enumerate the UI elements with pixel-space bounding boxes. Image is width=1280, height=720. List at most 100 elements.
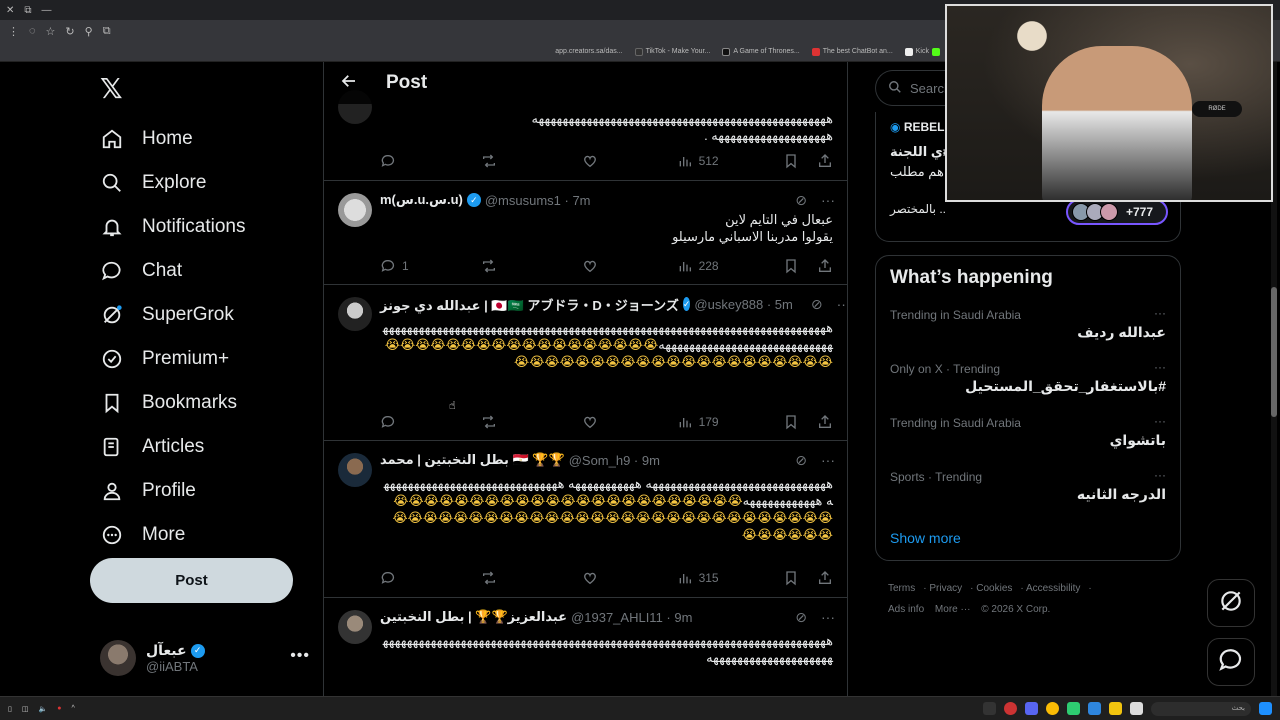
network-icon[interactable]: ◫ xyxy=(22,705,29,713)
app-icon[interactable] xyxy=(1130,702,1143,715)
avatar[interactable] xyxy=(338,297,372,331)
bookmark-button[interactable] xyxy=(783,414,799,430)
retweet-button[interactable] xyxy=(481,153,582,169)
tray-up-icon[interactable]: ^ xyxy=(71,705,74,712)
like-button[interactable] xyxy=(582,153,677,169)
more-dots-icon[interactable]: ··· xyxy=(837,296,847,312)
views-button[interactable]: 179 xyxy=(677,414,783,430)
nav-item-bookmarks[interactable]: Bookmarks xyxy=(90,381,246,425)
footer-link[interactable]: Cookies xyxy=(976,583,1012,594)
post-button[interactable]: Post xyxy=(90,558,293,603)
tweet[interactable]: m(س.u.س.u) ✓ @msusums1 · 7m ⊘ ··· عبعال … xyxy=(324,181,847,285)
mic-icon[interactable]: ● xyxy=(57,705,61,712)
back-arrow-icon[interactable] xyxy=(340,72,358,95)
tiktok-app-icon[interactable] xyxy=(983,702,996,715)
retweet-button[interactable] xyxy=(481,258,582,274)
app-icon[interactable] xyxy=(1067,702,1080,715)
account-switcher[interactable]: عبعآل ✓ @iiABTA ••• xyxy=(100,637,310,679)
nav-item-premium[interactable]: Premium+ xyxy=(90,337,246,381)
reply-button[interactable] xyxy=(380,570,481,586)
author-name[interactable]: m(س.u.س.u) xyxy=(380,192,463,208)
search-input[interactable]: Search xyxy=(875,70,955,106)
x-logo-icon[interactable]: 𝕏 xyxy=(100,72,123,105)
menu-icon[interactable]: ⋮ xyxy=(8,25,19,38)
start-icon[interactable] xyxy=(1259,702,1272,715)
scrollbar-thumb[interactable] xyxy=(1271,287,1277,417)
more-dots-icon[interactable]: ··· xyxy=(821,192,835,208)
views-button[interactable]: 228 xyxy=(677,258,783,274)
nav-item-home[interactable]: Home xyxy=(90,117,246,161)
restore-window-icon[interactable]: ⧉ xyxy=(24,5,31,16)
minimize-window-icon[interactable]: — xyxy=(42,5,52,16)
extensions-icon[interactable]: ⚲ xyxy=(85,25,93,38)
chrome-icon[interactable] xyxy=(1046,702,1059,715)
bookmark-button[interactable] xyxy=(783,153,799,169)
show-more-link[interactable]: Show more xyxy=(890,530,961,546)
like-button[interactable] xyxy=(582,414,677,430)
tweet[interactable]: عبدالله دي جونز | 🇯🇵🇸🇦 アブドラ・D・ジョーンズ ✓ @u… xyxy=(324,285,847,441)
grok-fab-button[interactable] xyxy=(1207,579,1255,627)
views-button[interactable]: 315 xyxy=(677,570,783,586)
author-name[interactable]: عبدالعزيز🏆🏆 | بطل النخبتين xyxy=(380,609,567,625)
footer-link[interactable]: Privacy xyxy=(929,583,962,594)
nav-item-profile[interactable]: Profile xyxy=(90,469,246,513)
footer-link[interactable]: Accessibility xyxy=(1026,583,1080,594)
grok-icon[interactable]: ⊘ xyxy=(795,452,807,469)
author-handle[interactable]: @uskey888 · 5m xyxy=(694,297,792,312)
tweet[interactable]: عبدالعزيز🏆🏆 | بطل النخبتين @1937_AHLI11 … xyxy=(324,598,847,696)
chat-fab-button[interactable] xyxy=(1207,638,1255,686)
nav-item-chat[interactable]: Chat xyxy=(90,249,246,293)
more-dots-icon[interactable]: ··· xyxy=(1154,306,1166,320)
tweet[interactable]: بطل النخبتين | محمد 🇪🇬 🏆🏆 @Som_h9 · 9m ⊘… xyxy=(324,441,847,598)
share-icon[interactable]: ⧉ xyxy=(103,25,111,38)
close-window-icon[interactable]: ✕ xyxy=(6,5,14,16)
bookmark-button[interactable] xyxy=(783,570,799,586)
app-icon[interactable] xyxy=(1004,702,1017,715)
trend-item[interactable]: Trending in Saudi Arabia ··· باتشواي xyxy=(890,414,1166,456)
taskbar-search[interactable]: بحث xyxy=(1151,701,1251,716)
retweet-button[interactable] xyxy=(481,414,582,430)
avatar[interactable] xyxy=(338,453,372,487)
trend-item[interactable]: Trending in Saudi Arabia ··· عبدالله ردي… xyxy=(890,306,1166,348)
grok-icon[interactable]: ⊘ xyxy=(811,296,823,313)
edge-icon[interactable] xyxy=(1088,702,1101,715)
author-handle[interactable]: @Som_h9 · 9m xyxy=(569,453,660,468)
views-button[interactable]: 512 xyxy=(677,153,783,169)
bookmark-item[interactable]: app.creators.sa/das... xyxy=(555,48,622,55)
author-handle[interactable]: @1937_AHLI11 · 9m xyxy=(571,610,692,625)
nav-item-notifications[interactable]: Notifications xyxy=(90,205,246,249)
like-button[interactable] xyxy=(582,258,677,274)
share-button[interactable] xyxy=(817,414,833,430)
trend-item[interactable]: Only on X · Trending ··· #بالاستغفار_تحق… xyxy=(890,360,1166,402)
grok-icon[interactable]: ⊘ xyxy=(795,192,807,209)
bookmark-button[interactable] xyxy=(783,258,799,274)
footer-link[interactable]: Ads info xyxy=(888,604,924,615)
reply-button[interactable] xyxy=(380,153,481,169)
more-dots-icon[interactable]: ··· xyxy=(821,452,835,468)
avatar[interactable] xyxy=(338,610,372,644)
nav-item-supergrok[interactable]: SuperGrok xyxy=(90,293,246,337)
share-button[interactable] xyxy=(817,570,833,586)
trend-item[interactable]: Sports · Trending ··· الدرجه الثانيه xyxy=(890,468,1166,510)
nav-item-explore[interactable]: Explore xyxy=(90,161,246,205)
author-name[interactable]: بطل النخبتين | محمد 🇪🇬 🏆🏆 xyxy=(380,452,565,468)
grok-icon[interactable]: ⊘ xyxy=(795,609,807,626)
reply-button[interactable]: 1 xyxy=(380,258,481,274)
avatar[interactable] xyxy=(338,193,372,227)
bookmark-item[interactable]: The best ChatBot an... xyxy=(811,47,893,56)
star-icon[interactable]: ☆ xyxy=(46,25,56,38)
more-dots-icon[interactable]: ··· xyxy=(1154,468,1166,482)
share-button[interactable] xyxy=(817,153,833,169)
listeners-facepile[interactable]: +777 xyxy=(1066,199,1168,225)
author-handle[interactable]: @msusums1 · 7m xyxy=(485,193,591,208)
footer-link[interactable]: Terms xyxy=(888,583,915,594)
nav-item-more[interactable]: More xyxy=(90,513,246,557)
bookmark-item[interactable]: A Game of Thrones... xyxy=(722,47,800,56)
more-dots-icon[interactable]: ••• xyxy=(290,647,310,665)
folder-icon[interactable] xyxy=(1109,702,1122,715)
retweet-button[interactable] xyxy=(481,570,582,586)
reply-button[interactable] xyxy=(380,414,481,430)
like-button[interactable] xyxy=(582,570,677,586)
discord-icon[interactable] xyxy=(1025,702,1038,715)
footer-link[interactable]: More ··· xyxy=(935,604,971,615)
